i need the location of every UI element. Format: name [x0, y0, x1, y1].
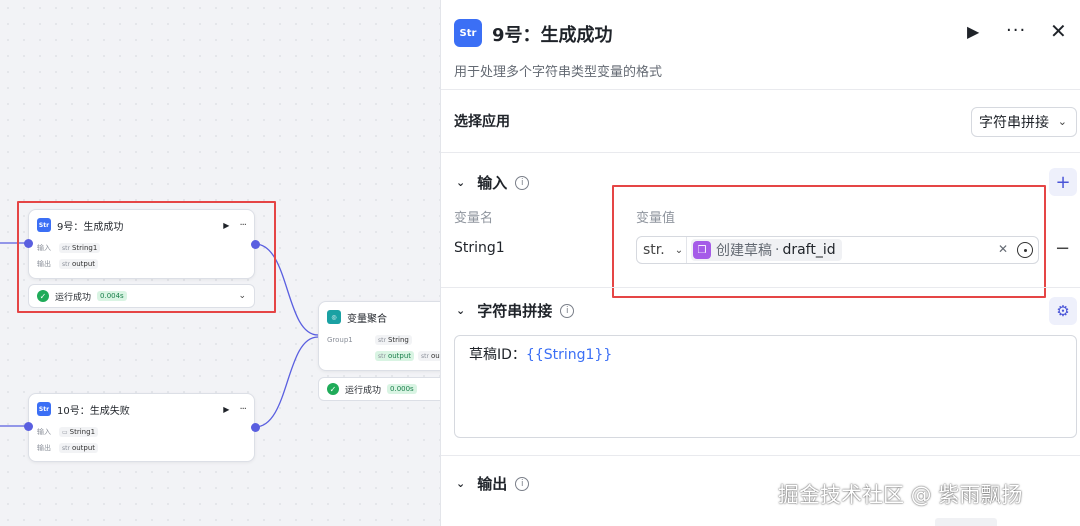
chevron-down-icon: ⌄	[1057, 115, 1067, 128]
node-title: 变量聚合	[347, 313, 387, 325]
highlight-box-node	[17, 201, 276, 313]
output-section-header[interactable]: ⌄ 输出 i	[456, 473, 530, 494]
status-duration: 0.000s	[387, 384, 417, 394]
panel-title[interactable]: 9号：生成成功	[492, 21, 613, 47]
output-row-preview	[935, 518, 997, 526]
more-icon[interactable]: ···	[1006, 20, 1026, 41]
panel-header: Str 9号：生成成功 ▶ ··· ✕ 用于处理多个字符串类型变量的格式	[441, 0, 1080, 90]
chevron-down-icon[interactable]: ⌄	[456, 304, 465, 317]
highlight-box-variable	[612, 185, 1046, 298]
divider	[441, 287, 1080, 288]
string-node-icon: Str	[454, 19, 482, 47]
input-section-header[interactable]: ⌄ 输入 i	[456, 172, 530, 193]
aggregate-icon: ◎	[327, 310, 341, 324]
node-config-panel: Str 9号：生成成功 ▶ ··· ✕ 用于处理多个字符串类型变量的格式 选择应…	[440, 0, 1080, 526]
select-app-label: 选择应用	[454, 114, 510, 130]
input-section-title: 输入	[477, 174, 508, 192]
info-icon[interactable]: i	[515, 175, 530, 190]
template-prefix: 草稿ID：	[469, 347, 526, 363]
gear-icon[interactable]: ⚙	[1049, 297, 1077, 325]
variable-name: String1	[454, 240, 505, 256]
chevron-down-icon[interactable]: ⌄	[456, 477, 465, 490]
remove-variable-button[interactable]: −	[1055, 238, 1070, 259]
input-port[interactable]	[24, 422, 33, 431]
success-check-icon: ✓	[327, 383, 339, 395]
info-icon[interactable]: i	[515, 476, 530, 491]
panel-description: 用于处理多个字符串类型变量的格式	[454, 65, 663, 80]
template-variable: {{String1}}	[525, 347, 613, 363]
add-variable-button[interactable]: +	[1049, 168, 1077, 196]
node-input-tag: ▭ String1	[59, 427, 99, 437]
app-select-value: 字符串拼接	[979, 115, 1049, 131]
concat-section-header[interactable]: ⌄ 字符串拼接 i	[456, 300, 575, 321]
node-title: 10号：生成失败	[57, 405, 130, 417]
run-status-bar[interactable]: ✓ 运行成功 0.000s	[318, 377, 440, 401]
node-output-label: 输出	[37, 444, 51, 452]
string-node-icon: Str	[37, 402, 51, 416]
more-icon[interactable]: ···	[239, 404, 246, 415]
output-section-title: 输出	[477, 475, 508, 493]
column-var-name: 变量名	[454, 211, 494, 226]
template-editor[interactable]: 草稿ID：{{String1}}	[454, 335, 1077, 438]
output-tag: str output	[375, 351, 415, 361]
watermark: 掘金技术社区 @ 紫雨飘扬	[778, 483, 1023, 507]
divider	[441, 455, 1080, 456]
group-label: Group1	[327, 336, 353, 344]
output-tag-2: str ou	[418, 351, 440, 361]
workflow-node-fail[interactable]: Str 10号：生成失败 ▶ ··· 输入 ▭ String1 输出 str out…	[28, 393, 255, 462]
workflow-canvas[interactable]: Str 9号：生成成功 ▶ ··· 输入 str String1 输出 str ou…	[0, 0, 440, 526]
workflow-node-aggregator[interactable]: ◎ 变量聚合 Group1 str String str output str ou	[318, 301, 440, 371]
app-select[interactable]: 字符串拼接 ⌄	[971, 107, 1077, 137]
close-icon[interactable]: ✕	[1050, 19, 1067, 43]
play-icon[interactable]: ▶	[967, 22, 979, 41]
play-icon[interactable]: ▶	[223, 405, 229, 414]
info-icon[interactable]: i	[560, 303, 575, 318]
concat-section-title: 字符串拼接	[477, 302, 553, 320]
chevron-down-icon[interactable]: ⌄	[456, 176, 465, 189]
select-app-section: 选择应用 字符串拼接 ⌄	[441, 91, 1080, 153]
node-output-tag: str output	[59, 443, 99, 453]
output-port[interactable]	[251, 423, 260, 432]
group-tag: str String	[375, 335, 412, 345]
node-input-label: 输入	[37, 428, 51, 436]
status-text: 运行成功	[345, 385, 382, 396]
